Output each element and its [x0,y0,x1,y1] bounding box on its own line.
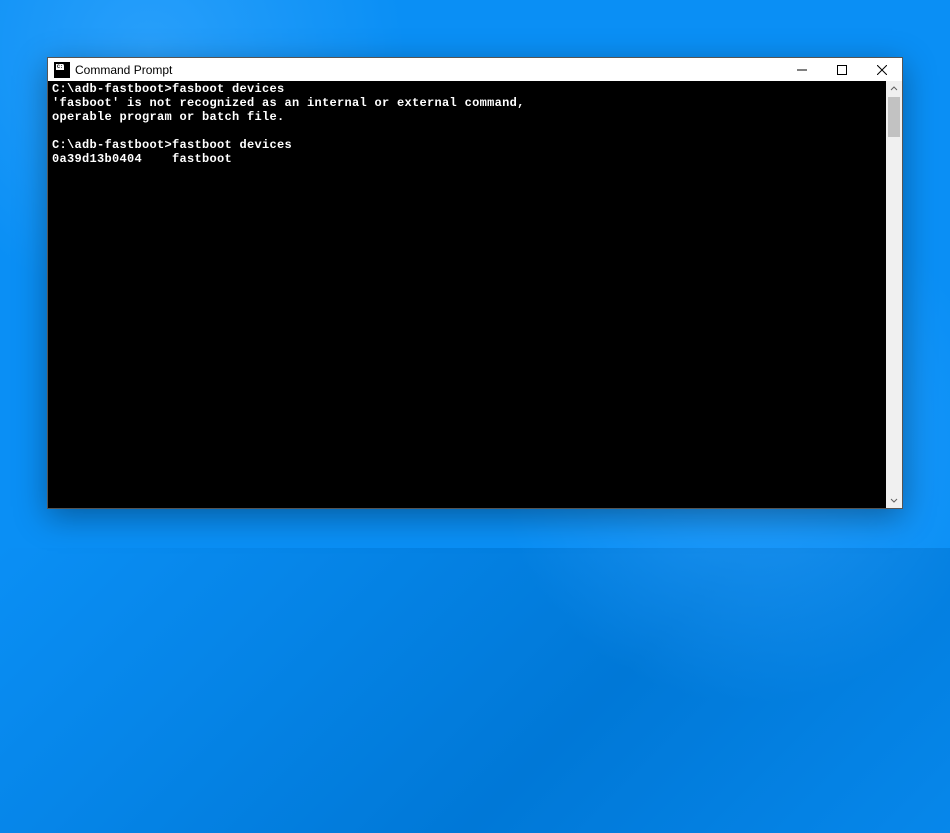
command-prompt-window: Command Prompt C:\adb-fastboot>fasboot d [47,57,903,509]
chevron-down-icon [890,496,898,504]
terminal-line: 0a39d13b0404 fastboot [52,152,232,166]
terminal-container: C:\adb-fastboot>fasboot devices 'fasboot… [48,81,902,508]
cmd-icon [54,62,70,78]
maximize-icon [837,65,847,75]
terminal-line: operable program or batch file. [52,110,285,124]
minimize-icon [797,65,807,75]
scroll-up-button[interactable] [886,81,902,97]
scroll-track[interactable] [886,97,902,492]
window-controls [782,58,902,81]
chevron-up-icon [890,85,898,93]
scrollbar[interactable] [886,81,902,508]
maximize-button[interactable] [822,58,862,81]
terminal-line: C:\adb-fastboot>fastboot devices [52,138,292,152]
minimize-button[interactable] [782,58,822,81]
scroll-down-button[interactable] [886,492,902,508]
terminal-output[interactable]: C:\adb-fastboot>fasboot devices 'fasboot… [48,81,886,508]
terminal-line: C:\adb-fastboot>fasboot devices [52,82,285,96]
close-icon [877,65,887,75]
titlebar[interactable]: Command Prompt [48,58,902,81]
window-title: Command Prompt [75,63,782,77]
close-button[interactable] [862,58,902,81]
terminal-line: 'fasboot' is not recognized as an intern… [52,96,525,110]
scroll-thumb[interactable] [888,97,900,137]
